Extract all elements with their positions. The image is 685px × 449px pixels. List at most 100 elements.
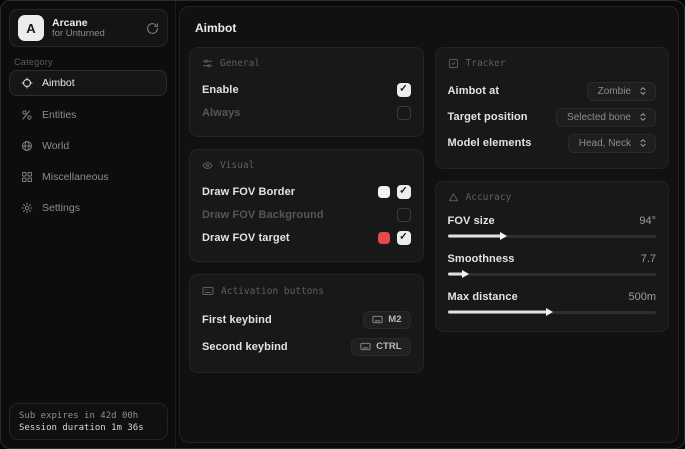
fov-size-label: FOV size [448, 215, 495, 227]
visual-card-header: Visual [202, 160, 411, 171]
grid-icon [20, 171, 33, 183]
draw-fov-border-label: Draw FOV Border [202, 186, 295, 198]
chevron-up-down-icon [638, 86, 648, 96]
max-distance-label: Max distance [448, 291, 518, 303]
accuracy-card: Accuracy FOV size 94° [435, 181, 670, 332]
target-position-select[interactable]: Selected bone [556, 108, 656, 127]
gear-icon [20, 202, 33, 214]
main-panel: Aimbot General Enable [179, 6, 679, 443]
refresh-icon[interactable] [146, 22, 159, 35]
keyboard-icon [360, 341, 371, 352]
model-elements-select[interactable]: Head, Neck [568, 134, 656, 153]
smoothness-slider[interactable] [448, 267, 657, 281]
brand-name: Arcane [52, 17, 138, 29]
chevron-up-down-icon [638, 112, 648, 122]
enable-label: Enable [202, 84, 239, 96]
draw-fov-border-checkbox[interactable]: ✓ [397, 185, 411, 199]
accuracy-card-header: Accuracy [448, 192, 657, 203]
slider-thumb[interactable] [500, 232, 507, 240]
model-elements-row: Model elements Head, Neck [448, 130, 657, 156]
sliders-icon [202, 58, 213, 69]
draw-fov-background-label: Draw FOV Background [202, 209, 324, 221]
second-keybind-row: Second keybind CTRL [202, 333, 411, 360]
crosshair-icon [20, 77, 33, 89]
brand-avatar: A [18, 15, 44, 41]
aimbot-at-value: Zombie [598, 86, 631, 97]
sidebar: A Arcane for Unturned Category Aimbot [1, 1, 176, 448]
tracker-card-header: Tracker [448, 58, 657, 69]
always-checkbox[interactable]: ✓ [397, 106, 411, 120]
brand-subtitle: for Unturned [52, 29, 138, 40]
sidebar-nav: Aimbot Entities World [9, 70, 167, 225]
target-position-value: Selected bone [567, 112, 631, 123]
slider-track [448, 273, 657, 276]
sidebar-item-world[interactable]: World [9, 132, 167, 160]
draw-fov-border-row: Draw FOV Border ✓ [202, 180, 411, 203]
fov-size-slider[interactable] [448, 229, 657, 243]
sidebar-item-aimbot[interactable]: Aimbot [9, 70, 167, 96]
subscription-status-card: Sub expires in 42d 00h Session duration … [9, 403, 168, 440]
smoothness-label: Smoothness [448, 253, 515, 265]
sidebar-item-miscellaneous[interactable]: Miscellaneous [9, 163, 167, 191]
session-duration-text: Session duration 1m 36s [19, 423, 158, 433]
slider-thumb[interactable] [546, 308, 553, 316]
fov-target-color-swatch[interactable] [378, 232, 390, 244]
fov-size-value: 94° [639, 215, 656, 227]
slider-fill [448, 311, 548, 314]
enable-checkbox[interactable]: ✓ [397, 83, 411, 97]
max-distance-slider[interactable] [448, 305, 657, 319]
triangle-icon [448, 192, 459, 203]
first-keybind-value: M2 [388, 314, 401, 325]
slider-fill [448, 235, 502, 238]
left-column: General Enable ✓ Always ✓ [189, 47, 424, 373]
activation-card-header: Activation buttons [202, 285, 411, 297]
target-position-label: Target position [448, 111, 528, 123]
always-row: Always ✓ [202, 101, 411, 124]
enable-row: Enable ✓ [202, 78, 411, 101]
smoothness-row: Smoothness 7.7 [448, 250, 657, 281]
tracker-header-label: Tracker [466, 58, 506, 69]
visual-header-label: Visual [220, 160, 254, 171]
draw-fov-target-row: Draw FOV target ✓ [202, 226, 411, 249]
page-title: Aimbot [195, 21, 669, 35]
right-column: Tracker Aimbot at Zombie [435, 47, 670, 373]
sidebar-item-label: Settings [42, 202, 80, 214]
sidebar-item-settings[interactable]: Settings [9, 194, 167, 222]
tracker-card: Tracker Aimbot at Zombie [435, 47, 670, 169]
max-distance-row: Max distance 500m [448, 288, 657, 319]
scan-target-icon [448, 58, 459, 69]
keyboard-icon [202, 285, 214, 297]
model-elements-label: Model elements [448, 137, 532, 149]
slider-thumb[interactable] [462, 270, 469, 278]
brand-text: Arcane for Unturned [52, 17, 138, 40]
category-label: Category [14, 57, 53, 67]
max-distance-value: 500m [628, 291, 656, 303]
draw-fov-target-checkbox[interactable]: ✓ [397, 231, 411, 245]
sidebar-item-label: Miscellaneous [42, 171, 109, 183]
aimbot-at-row: Aimbot at Zombie [448, 78, 657, 104]
activation-header-label: Activation buttons [221, 286, 324, 297]
draw-fov-background-row: Draw FOV Background ✓ [202, 203, 411, 226]
model-elements-value: Head, Neck [579, 138, 631, 149]
sidebar-item-label: Aimbot [42, 77, 75, 89]
draw-fov-background-checkbox[interactable]: ✓ [397, 208, 411, 222]
draw-fov-target-label: Draw FOV target [202, 232, 290, 244]
target-position-row: Target position Selected bone [448, 104, 657, 130]
second-keybind-button[interactable]: CTRL [351, 338, 410, 356]
first-keybind-button[interactable]: M2 [363, 311, 410, 329]
visual-card: Visual Draw FOV Border ✓ Draw FOV Backgr… [189, 149, 424, 262]
smoothness-value: 7.7 [641, 253, 656, 265]
fov-border-color-swatch[interactable] [378, 186, 390, 198]
fov-size-row: FOV size 94° [448, 212, 657, 243]
accuracy-header-label: Accuracy [466, 192, 512, 203]
aimbot-at-label: Aimbot at [448, 85, 500, 97]
sub-expiry-text: Sub expires in 42d 00h [19, 411, 158, 421]
keyboard-icon [372, 314, 383, 325]
brand-card: A Arcane for Unturned [9, 9, 168, 47]
aimbot-at-select[interactable]: Zombie [587, 82, 656, 101]
first-keybind-label: First keybind [202, 314, 272, 326]
sidebar-item-entities[interactable]: Entities [9, 101, 167, 129]
first-keybind-row: First keybind M2 [202, 306, 411, 333]
second-keybind-label: Second keybind [202, 341, 288, 353]
second-keybind-value: CTRL [376, 341, 401, 352]
